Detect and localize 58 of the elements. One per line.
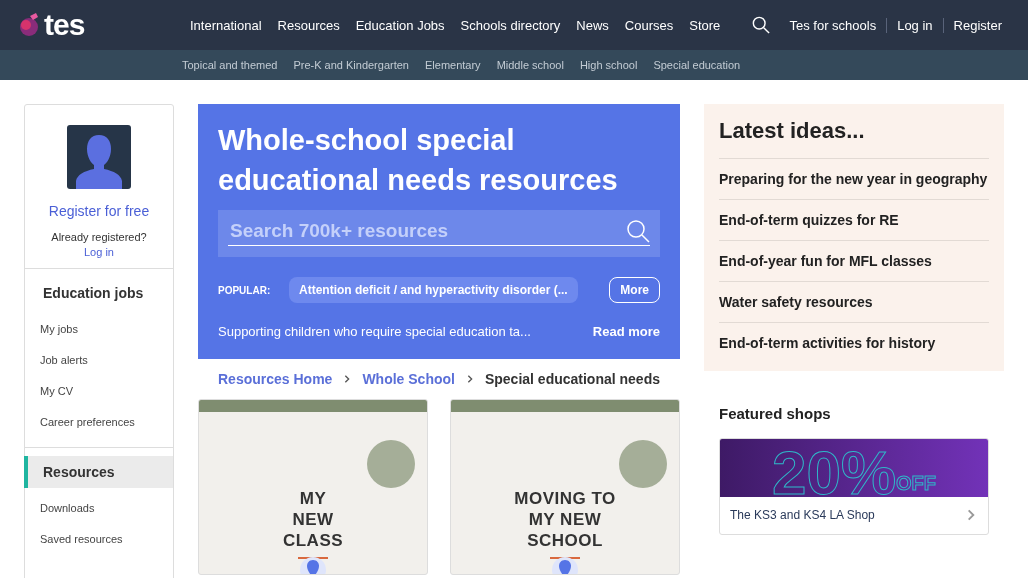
subnav-link[interactable]: Pre-K and Kindergarten	[285, 59, 417, 71]
idea-link[interactable]: Water safety resources	[719, 281, 989, 322]
nav-link[interactable]: Store	[681, 17, 729, 33]
read-more-link[interactable]: Read more	[592, 324, 660, 339]
subnav-link[interactable]: Middle school	[488, 59, 572, 71]
idea-link[interactable]: End-of-year fun for MFL classes	[719, 240, 989, 281]
breadcrumb-link[interactable]: Whole School	[362, 371, 455, 387]
latest-ideas-title: Latest ideas...	[719, 118, 866, 144]
nav-link[interactable]: Education Jobs	[347, 17, 453, 33]
pin-icon	[299, 556, 327, 574]
description-text: Supporting children who require special education ta...	[218, 324, 531, 339]
idea-link[interactable]: End-of-term quizzes for RE	[719, 199, 989, 240]
nav-link[interactable]: Resources	[269, 17, 348, 33]
nav-link[interactable]: News	[568, 17, 617, 33]
search-box[interactable]: Search 700k+ resources	[218, 210, 660, 257]
more-button[interactable]: More	[609, 277, 660, 303]
page-title: Whole-school special educational needs resources	[218, 123, 619, 198]
resource-card[interactable]: MY NEW CLASS	[198, 399, 428, 575]
register-link[interactable]: Register for free	[48, 203, 150, 219]
login-link[interactable]: Log in	[84, 246, 114, 258]
account-link[interactable]: Register	[942, 17, 1012, 33]
resource-card[interactable]: MOVING TO MY NEW SCHOOL	[450, 399, 680, 575]
account-link[interactable]: Log in	[886, 17, 943, 33]
breadcrumb-link[interactable]: Resources Home	[218, 371, 333, 387]
idea-link[interactable]: Preparing for the new year in geography	[719, 158, 989, 199]
sidebar-item[interactable]: Job alerts	[25, 344, 173, 375]
sidebar-item[interactable]: Downloads	[25, 492, 173, 523]
sidebar-item[interactable]: Saved resources	[25, 523, 173, 554]
popular-label: POPULAR:	[218, 284, 272, 296]
subnav-link[interactable]: Elementary	[417, 59, 489, 71]
sidebar-heading[interactable]: Education jobs	[24, 277, 173, 309]
nav-link[interactable]: Schools directory	[452, 17, 569, 33]
circle-decoration	[619, 440, 667, 488]
shop-name: The KS3 and KS4 LA Shop	[730, 508, 875, 522]
sidebar-item[interactable]: My jobs	[25, 313, 173, 344]
breadcrumb-current: Special educational needs	[484, 371, 660, 387]
subnav-link[interactable]: Topical and themed	[174, 59, 286, 71]
featured-shops-title: Featured shops	[719, 405, 832, 422]
nav-link[interactable]: Courses	[616, 17, 682, 33]
circle-decoration	[367, 440, 415, 488]
account-link[interactable]: Tes for schools	[779, 17, 887, 33]
already-registered-text: Already registered?	[51, 231, 147, 243]
discount-text: 20%	[771, 442, 897, 497]
idea-link[interactable]: End-of-term activities for history	[719, 322, 989, 363]
logo-text[interactable]: tes	[44, 8, 85, 42]
avatar-icon	[67, 125, 131, 189]
pin-icon	[551, 556, 579, 574]
discount-off-text: OFF	[896, 472, 937, 494]
sidebar-heading[interactable]: Resources	[24, 456, 173, 488]
sidebar-item[interactable]: Career preferences	[25, 406, 173, 437]
search-field[interactable]: Search 700k+ resources	[228, 218, 626, 243]
resource-cover-title: MY NEW CLASS	[282, 488, 344, 551]
subnav-link[interactable]: Special education	[645, 59, 749, 71]
shop-card[interactable]: 20%OFF The KS3 and KS4 LA Shop	[719, 438, 989, 535]
nav-link[interactable]: International	[182, 17, 270, 33]
sidebar-item[interactable]: My CV	[25, 375, 173, 406]
subnav-link[interactable]: High school	[571, 59, 646, 71]
resource-cover-title: MOVING TO MY NEW SCHOOL	[514, 488, 616, 551]
